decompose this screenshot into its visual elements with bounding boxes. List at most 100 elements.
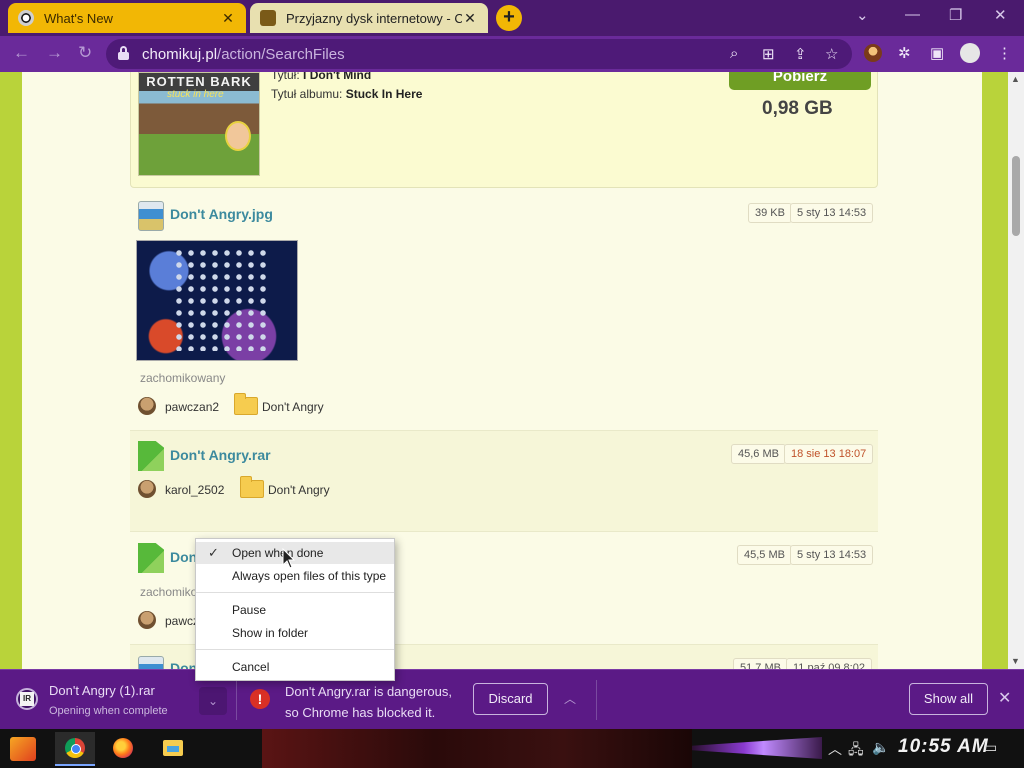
file-link[interactable]: Don't Angry.jpg [170, 206, 273, 222]
menu-item-label: Show in folder [232, 626, 309, 640]
menu-kebab-icon[interactable]: ⋮ [997, 44, 1012, 62]
menu-item-label: Open when done [232, 546, 324, 560]
tab-whats-new[interactable]: What's New ✕ [8, 3, 246, 33]
extension-avatar-icon[interactable] [864, 44, 882, 62]
tab-chomikuj[interactable]: Przyjazny dysk internetowy - C ✕ [250, 3, 488, 33]
archive-icon [16, 688, 38, 710]
address-bar[interactable]: chomikuj.pl/action/SearchFiles ⌕ ⊞ ⇪ ☆ [106, 39, 852, 69]
taskbar-chrome[interactable] [55, 732, 95, 766]
user-link[interactable]: pawcz [165, 614, 199, 628]
danger-warning: Don't Angry.rar is dangerous, so Chrome … [285, 681, 470, 723]
folder-icon [234, 393, 258, 415]
search-icon[interactable]: ⌕ [730, 45, 738, 62]
album-cover-image[interactable]: ROTTEN BARK stuck in here [138, 72, 260, 176]
tab-title: Przyjazny dysk internetowy - C [286, 10, 462, 26]
meta-value: Stuck In Here [345, 87, 423, 101]
download-filename[interactable]: Don't Angry (1).rar [49, 683, 155, 698]
date-badge: 11 paź 09 8:02 [786, 658, 872, 669]
side-panel-icon[interactable]: ▣ [930, 44, 944, 62]
reload-icon[interactable]: ↻ [78, 43, 92, 63]
new-tab-button[interactable]: + [496, 5, 522, 31]
url-host: chomikuj.pl [142, 46, 218, 63]
file-icon [138, 656, 164, 669]
scroll-thumb[interactable] [1012, 156, 1020, 236]
scroll-down-icon[interactable]: ▼ [1011, 656, 1020, 666]
profile-avatar-icon[interactable] [960, 43, 980, 63]
game-board-art [173, 247, 269, 351]
url-text[interactable]: chomikuj.pl/action/SearchFiles [142, 46, 345, 63]
user-avatar[interactable] [138, 611, 156, 629]
chrome-icon [65, 738, 85, 758]
tab-search-icon[interactable]: ⌄ [856, 6, 869, 24]
start-menu-icon[interactable] [10, 737, 36, 761]
extensions-puzzle-icon[interactable]: ✲ [898, 44, 911, 62]
user-avatar[interactable] [138, 397, 156, 415]
meta-value: I Don't Mind [303, 72, 372, 82]
tray-chevron-icon[interactable]: ︿ [828, 739, 842, 759]
divider [596, 680, 597, 720]
file-explorer-icon [163, 740, 183, 756]
download-shelf: Don't Angry (1).rar Opening when complet… [0, 669, 1024, 729]
restore-icon[interactable]: ❐ [949, 6, 962, 24]
image-file-icon [138, 201, 164, 231]
wallpaper-strip [262, 729, 692, 768]
close-icon[interactable]: ✕ [998, 688, 1011, 708]
taskbar-clock[interactable]: 10:55 AM [898, 736, 989, 758]
notifications-icon[interactable]: ▭ [984, 739, 997, 756]
discard-button[interactable]: Discard [473, 683, 548, 715]
menu-divider [196, 592, 394, 593]
cover-subtitle: stuck in here [167, 89, 224, 100]
size-badge: 45,6 MB [731, 444, 786, 464]
taskbar-explorer[interactable] [153, 732, 193, 766]
status-tag: zachomiko [140, 585, 198, 599]
volume-icon[interactable]: 🔈 [872, 739, 889, 756]
page-viewport: ROTTEN BARK stuck in here Tytuł: I Don't… [0, 72, 1024, 669]
size-badge: 45,5 MB [737, 545, 792, 565]
cover-character-art [225, 121, 251, 151]
menu-item-pause[interactable]: Pause [196, 599, 394, 621]
user-link[interactable]: pawczan2 [165, 400, 219, 414]
scroll-up-icon[interactable]: ▲ [1011, 74, 1020, 84]
menu-divider [196, 649, 394, 650]
chevron-up-icon[interactable]: ︿ [564, 690, 576, 707]
user-link[interactable]: karol_2502 [165, 483, 224, 497]
folder-icon [240, 476, 264, 498]
forward-icon[interactable]: → [46, 43, 63, 63]
track-title-line: Tytuł: I Don't Mind [271, 72, 371, 82]
file-link[interactable]: Don [170, 660, 197, 669]
close-icon[interactable]: ✕ [462, 10, 478, 27]
user-avatar[interactable] [138, 480, 156, 498]
minimize-icon[interactable]: — [905, 6, 920, 23]
taskbar-firefox[interactable] [103, 732, 143, 766]
chevron-down-icon[interactable]: ⌄ [199, 687, 227, 715]
bookmark-star-icon[interactable]: ☆ [825, 45, 838, 63]
date-badge: 5 sty 13 14:53 [790, 545, 874, 565]
back-icon[interactable]: ← [13, 43, 30, 63]
file-size: 0,98 GB [762, 98, 833, 119]
tab-strip: What's New ✕ Przyjazny dysk internetowy … [0, 0, 1024, 36]
translate-icon[interactable]: ⊞ [762, 45, 775, 63]
image-thumbnail[interactable] [136, 240, 298, 361]
share-icon[interactable]: ⇪ [794, 45, 807, 63]
lock-icon[interactable] [118, 46, 129, 60]
file-link[interactable]: Don [170, 549, 197, 565]
date-badge: 18 sie 13 18:07 [784, 444, 874, 464]
checkmark-icon: ✓ [208, 545, 219, 560]
menu-item-cancel[interactable]: Cancel [196, 656, 394, 678]
warning-line: Don't Angry.rar is dangerous, [285, 684, 452, 699]
firefox-icon [113, 738, 133, 758]
page-scrollbar[interactable]: ▲ ▼ [1008, 72, 1024, 669]
folder-link[interactable]: Don't Angry [262, 400, 324, 414]
download-button[interactable]: Pobierz [729, 72, 871, 90]
file-link[interactable]: Don't Angry.rar [170, 447, 271, 463]
window-close-icon[interactable]: ✕ [994, 6, 1007, 24]
network-icon[interactable]: 🖧 [848, 739, 864, 763]
warning-icon: ! [250, 689, 270, 709]
folder-link[interactable]: Don't Angry [268, 483, 330, 497]
show-all-button[interactable]: Show all [909, 683, 988, 715]
close-icon[interactable]: ✕ [220, 10, 236, 27]
warning-line: so Chrome has blocked it. [285, 705, 436, 720]
menu-item-show-in-folder[interactable]: Show in folder [196, 622, 394, 644]
tab-title: What's New [44, 10, 113, 26]
chrome-favicon-icon [18, 10, 34, 26]
